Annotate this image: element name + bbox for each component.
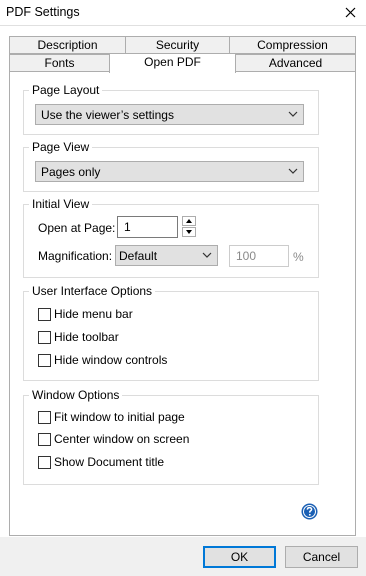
magnification-select[interactable]: Default — [115, 245, 218, 266]
help-icon — [301, 503, 318, 520]
hide-window-controls-checkbox[interactable]: Hide window controls — [38, 354, 178, 368]
title-bar: PDF Settings — [0, 0, 366, 26]
spin-down-button[interactable] — [182, 227, 196, 237]
open-at-page-input[interactable] — [117, 216, 178, 238]
checkbox-label: Hide menu bar — [54, 307, 133, 321]
group-legend: Page Layout — [32, 83, 100, 97]
tab-open-pdf[interactable]: Open PDF — [109, 53, 236, 73]
tab-advanced[interactable]: Advanced — [235, 54, 356, 72]
button-label: Cancel — [302, 550, 341, 564]
tab-row-back: Description Security Compression — [9, 36, 356, 54]
select-value: Default — [119, 249, 158, 263]
checkbox-box[interactable] — [38, 308, 51, 321]
tab-label: Compression — [257, 38, 328, 52]
group-legend: Window Options — [32, 388, 120, 402]
checkbox-box[interactable] — [38, 433, 51, 446]
group-legend: Initial View — [32, 197, 90, 211]
tab-label: Fonts — [44, 56, 75, 70]
tab-label: Open PDF — [144, 55, 201, 69]
open-at-page-label: Open at Page: — [38, 221, 116, 235]
checkbox-label: Center window on screen — [54, 432, 190, 446]
checkbox-label: Hide toolbar — [54, 330, 119, 344]
select-value: Pages only — [41, 165, 101, 179]
chevron-down-icon — [288, 111, 298, 117]
close-icon — [345, 7, 355, 18]
button-label: OK — [230, 550, 249, 564]
tab-label: Advanced — [268, 56, 323, 70]
checkbox-label: Show Document title — [54, 455, 165, 469]
group-legend: User Interface Options — [32, 284, 153, 298]
center-window-checkbox[interactable]: Center window on screen — [38, 433, 198, 447]
fit-window-checkbox[interactable]: Fit window to initial page — [38, 411, 198, 425]
group-legend: Page View — [32, 140, 90, 154]
spin-down-icon — [186, 230, 192, 234]
tab-security[interactable]: Security — [125, 36, 230, 54]
window-title: PDF Settings — [6, 5, 80, 19]
tab-description[interactable]: Description — [9, 36, 126, 54]
checkbox-box[interactable] — [38, 456, 51, 469]
hide-menu-bar-checkbox[interactable]: Hide menu bar — [38, 308, 158, 322]
checkbox-box[interactable] — [38, 411, 51, 424]
tab-label: Security — [155, 38, 200, 52]
chevron-down-icon — [288, 168, 298, 174]
zoom-percent-field — [230, 246, 288, 266]
help-button[interactable] — [301, 503, 318, 520]
zoom-percent-input — [229, 245, 289, 267]
show-document-title-checkbox[interactable]: Show Document title — [38, 456, 198, 470]
checkbox-box[interactable] — [38, 331, 51, 344]
checkbox-label: Fit window to initial page — [54, 410, 185, 424]
checkbox-label: Hide window controls — [54, 353, 168, 367]
hide-toolbar-checkbox[interactable]: Hide toolbar — [38, 331, 158, 345]
page-layout-select[interactable]: Use the viewer’s settings — [35, 104, 304, 125]
magnification-label: Magnification: — [38, 249, 113, 263]
cancel-button[interactable]: Cancel — [285, 546, 358, 568]
spin-up-button[interactable] — [182, 216, 196, 226]
select-value: Use the viewer’s settings — [41, 108, 174, 122]
tab-label: Description — [37, 38, 98, 52]
open-at-page-field[interactable] — [118, 217, 177, 237]
page-view-select[interactable]: Pages only — [35, 161, 304, 182]
close-button[interactable] — [334, 0, 366, 25]
dialog-footer: OK Cancel — [0, 537, 366, 576]
zoom-unit-label: % — [293, 250, 304, 264]
chevron-down-icon — [202, 252, 212, 258]
tab-fonts[interactable]: Fonts — [9, 54, 110, 72]
tab-row-front: Fonts Open PDF Advanced — [9, 53, 356, 73]
ok-button[interactable]: OK — [203, 546, 276, 568]
tab-compression[interactable]: Compression — [229, 36, 356, 54]
checkbox-box[interactable] — [38, 354, 51, 367]
spin-up-icon — [186, 219, 192, 223]
